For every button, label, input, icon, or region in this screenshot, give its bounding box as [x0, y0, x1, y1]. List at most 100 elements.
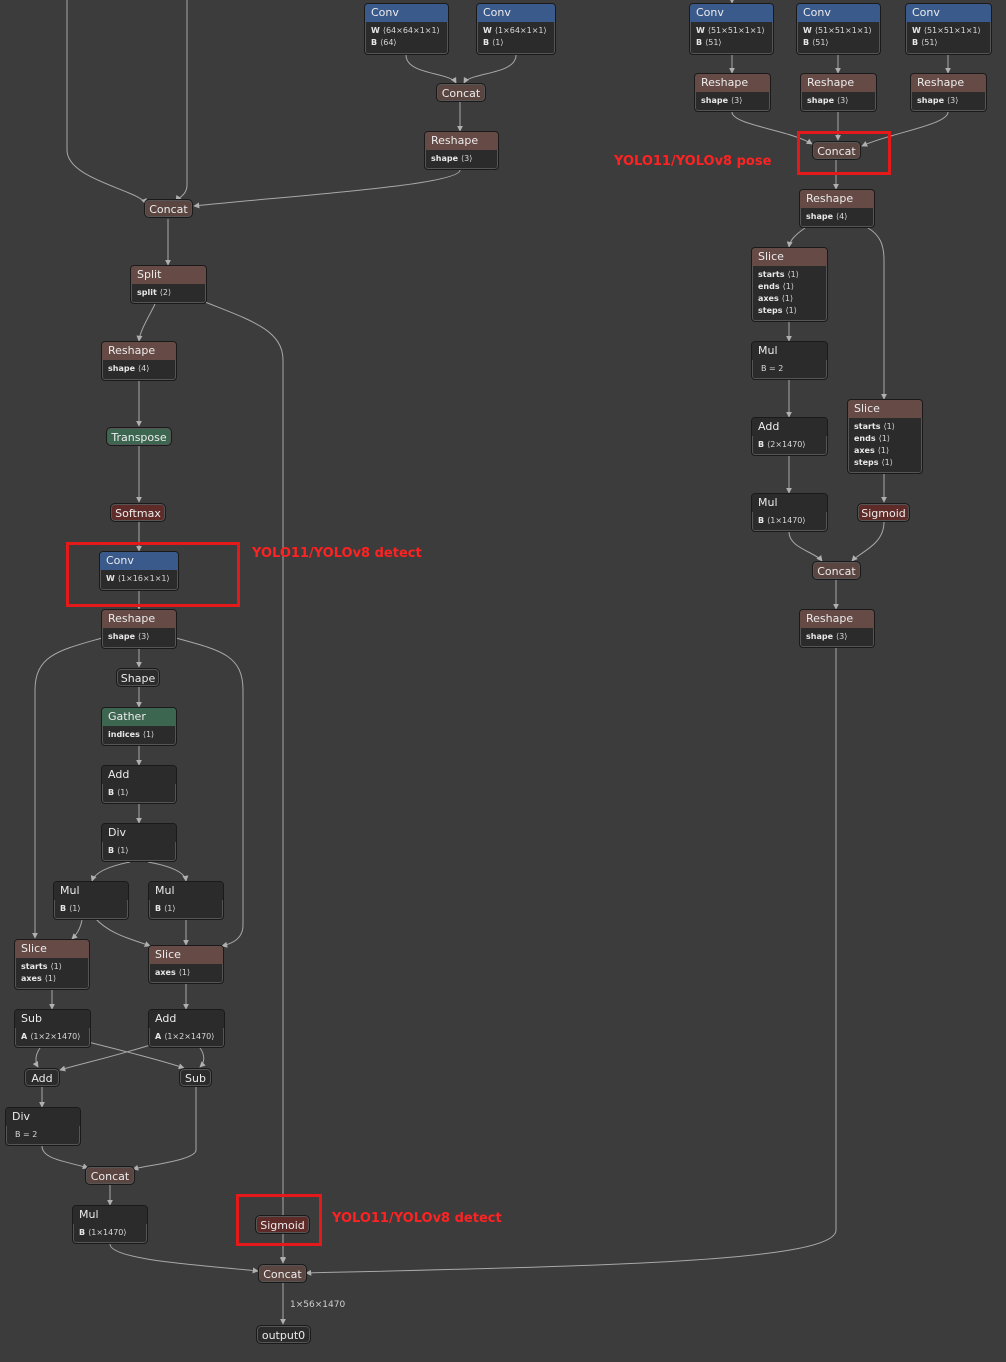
reshape-node[interactable]: Reshape shape ⟨3⟩ — [800, 73, 877, 112]
attribute-value: ⟨1⟩ — [787, 270, 799, 279]
node-title: Slice — [752, 248, 827, 266]
split-node[interactable]: Split split ⟨2⟩ — [130, 265, 207, 304]
attribute-value: ⟨1×64×1×1⟩ — [494, 26, 547, 35]
attribute-value: ⟨3⟩ — [947, 96, 959, 105]
attribute-value: ⟨1⟩ — [69, 904, 81, 913]
node-title: Conv — [477, 4, 555, 22]
node-attribute: W ⟨64×64×1×1⟩ — [371, 25, 442, 37]
highlight-box-pose-concat — [797, 131, 891, 175]
attribute-value: ⟨1⟩ — [883, 422, 895, 431]
node-attribute: steps ⟨1⟩ — [854, 457, 916, 469]
attribute-key: B — [758, 440, 765, 449]
node-attribute: shape ⟨4⟩ — [108, 363, 170, 375]
conv-node[interactable]: Conv W ⟨1×64×1×1⟩ B ⟨1⟩ — [476, 3, 556, 55]
node-title: Mul — [149, 882, 223, 900]
node-attribute: W ⟨51×51×1×1⟩ — [912, 25, 985, 37]
softmax-node[interactable]: Softmax — [110, 503, 166, 522]
attribute-value: ⟨1⟩ — [44, 974, 57, 983]
edge — [147, 861, 189, 882]
attribute-value: ⟨1×2×1470⟩ — [164, 1032, 215, 1041]
node-title: Add — [149, 1010, 224, 1028]
node-attribute: shape ⟨3⟩ — [431, 153, 492, 165]
node-title: Slice — [15, 940, 89, 958]
attribute-key: B — [371, 38, 378, 47]
reshape-node[interactable]: Reshape shape ⟨4⟩ — [799, 189, 875, 228]
attribute-key: indices — [108, 730, 140, 739]
node-title: Reshape — [102, 342, 176, 360]
edge — [175, 0, 188, 202]
reshape-node[interactable]: Reshape shape ⟨3⟩ — [799, 609, 875, 648]
node-title: Split — [131, 266, 206, 284]
attribute-value: ⟨1⟩ — [785, 306, 797, 315]
mul-node[interactable]: Mul B ⟨1×1470⟩ — [751, 493, 828, 532]
attribute-value: ⟨1×1470⟩ — [767, 516, 806, 525]
attribute-value: ⟨3⟩ — [731, 96, 743, 105]
div-node[interactable]: Div B ⟨1⟩ — [101, 823, 177, 862]
mul-node[interactable]: Mul B ⟨1×1470⟩ — [72, 1205, 148, 1244]
node-title: Mul — [73, 1206, 147, 1224]
slice-node[interactable]: Slice axes ⟨1⟩ — [148, 945, 224, 984]
attribute-value: ⟨1⟩ — [50, 962, 62, 971]
reshape-node[interactable]: Reshape shape ⟨3⟩ — [101, 609, 177, 649]
conv-node[interactable]: Conv W ⟨51×51×1×1⟩ B ⟨51⟩ — [689, 3, 774, 55]
node-title: Reshape — [800, 190, 874, 208]
add-node[interactable]: Add — [24, 1068, 60, 1087]
sub-node[interactable]: Sub — [179, 1068, 212, 1087]
node-attribute: ends ⟨1⟩ — [854, 433, 916, 445]
add-node[interactable]: Add B ⟨1⟩ — [101, 765, 177, 804]
transpose-node[interactable]: Transpose — [106, 427, 172, 446]
conv-node[interactable]: Conv W ⟨51×51×1×1⟩ B ⟨51⟩ — [796, 3, 881, 55]
mul-node[interactable]: Mul B ⟨1⟩ — [148, 881, 224, 920]
add-node[interactable]: Add A ⟨1×2×1470⟩ — [148, 1009, 225, 1048]
node-attribute: B = 2 — [758, 363, 821, 375]
node-title: Reshape — [800, 610, 874, 628]
reshape-node[interactable]: Reshape shape ⟨3⟩ — [424, 131, 499, 170]
concat-node[interactable]: Concat — [85, 1166, 135, 1185]
reshape-node[interactable]: Reshape shape ⟨4⟩ — [101, 341, 177, 381]
slice-node[interactable]: Slice starts ⟨1⟩ ends ⟨1⟩ axes ⟨1⟩ steps ⟨1⟩ — [751, 247, 828, 322]
concat-node[interactable]: Concat — [144, 199, 193, 218]
conv-node[interactable]: Conv W ⟨64×64×1×1⟩ B ⟨64⟩ — [364, 3, 449, 55]
attribute-key: starts — [854, 422, 881, 431]
node-title: Mul — [54, 882, 128, 900]
div-node[interactable]: Div B = 2 — [5, 1107, 81, 1146]
conv-node[interactable]: Conv W ⟨51×51×1×1⟩ B ⟨51⟩ — [905, 3, 992, 55]
sigmoid-node[interactable]: Sigmoid — [857, 503, 910, 522]
node-title: Div — [102, 824, 176, 842]
attribute-key: shape — [701, 96, 729, 105]
edge — [851, 521, 885, 562]
reshape-node[interactable]: Reshape shape ⟨3⟩ — [694, 73, 771, 112]
attribute-key: B — [803, 38, 810, 47]
attribute-key: B — [108, 788, 115, 797]
node-attribute: B ⟨1⟩ — [155, 903, 217, 915]
output-node[interactable]: output0 — [256, 1325, 311, 1344]
concat-node[interactable]: Concat — [812, 561, 861, 580]
node-attribute: split ⟨2⟩ — [137, 287, 200, 299]
node-title: Reshape — [801, 74, 876, 92]
attribute-key: A — [21, 1032, 28, 1041]
gather-node[interactable]: Gather indices ⟨1⟩ — [101, 707, 177, 746]
attribute-value: ⟨1⟩ — [781, 294, 794, 303]
slice-node[interactable]: Slice starts ⟨1⟩ ends ⟨1⟩ axes ⟨1⟩ steps ⟨1⟩ — [847, 399, 923, 474]
node-attribute: W ⟨1×64×1×1⟩ — [483, 25, 549, 37]
attribute-value: ⟨1⟩ — [117, 846, 129, 855]
add-node[interactable]: Add B ⟨2×1470⟩ — [751, 417, 828, 456]
attribute-value: ⟨1⟩ — [877, 446, 890, 455]
node-title: Mul — [752, 494, 827, 512]
reshape-node[interactable]: Reshape shape ⟨3⟩ — [910, 73, 987, 112]
shape-node[interactable]: Shape — [116, 668, 160, 687]
node-attribute: ends ⟨1⟩ — [758, 281, 821, 293]
attribute-key: W — [371, 26, 380, 35]
node-title: Add — [752, 418, 827, 436]
slice-node[interactable]: Slice starts ⟨1⟩ axes ⟨1⟩ — [14, 939, 90, 990]
concat-node[interactable]: Concat — [436, 83, 486, 102]
concat-final-node[interactable]: Concat — [258, 1264, 307, 1283]
edge — [867, 227, 887, 400]
sub-node[interactable]: Sub A ⟨1×2×1470⟩ — [14, 1009, 91, 1048]
attribute-value: ⟨51×51×1×1⟩ — [707, 26, 765, 35]
mul-node[interactable]: Mul B = 2 — [751, 341, 828, 380]
edge — [405, 54, 457, 84]
node-title: Add — [102, 766, 176, 784]
mul-node[interactable]: Mul B ⟨1⟩ — [53, 881, 129, 920]
attribute-value: ⟨1⟩ — [117, 788, 129, 797]
